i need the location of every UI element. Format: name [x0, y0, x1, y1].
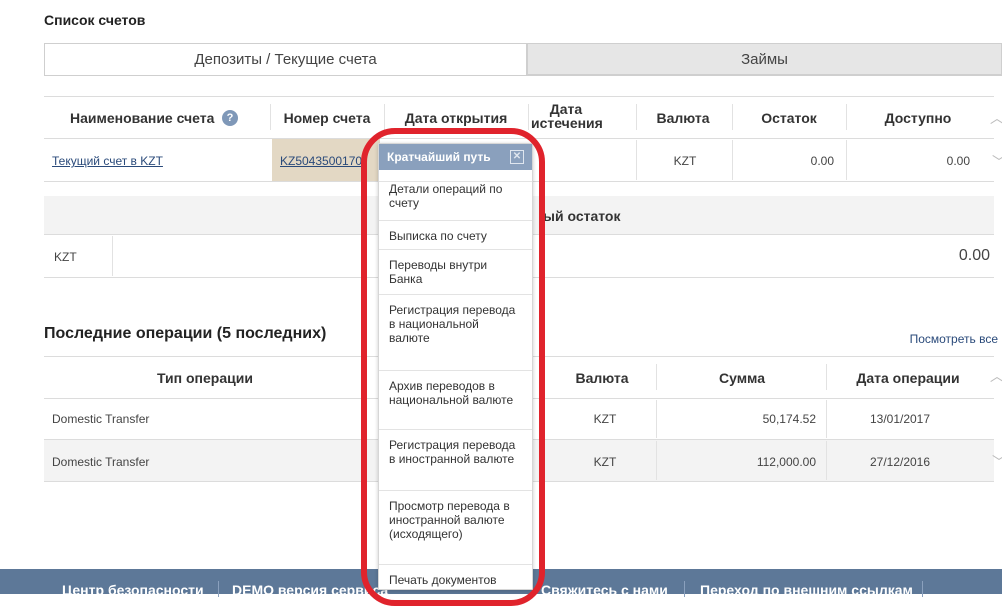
tab-divider [44, 75, 1002, 76]
totals-header: ый остаток [543, 208, 621, 224]
col-sep [656, 400, 657, 438]
tab-deposits[interactable]: Депозиты / Текущие счета [44, 43, 527, 75]
header-op-date: Дата операции [856, 370, 960, 386]
op-currency: KZT [593, 455, 617, 469]
col-sep [846, 140, 847, 180]
col-sep [846, 104, 847, 130]
header-op-currency: Валюта [575, 370, 629, 386]
scroll-down-icon[interactable]: ﹀ [992, 152, 1002, 172]
menu-item-register-national-transfer[interactable]: Регистрация перевода в национальной валю… [379, 294, 532, 345]
op-amount: 50,174.52 [762, 412, 816, 426]
op-amount: 112,000.00 [756, 455, 816, 469]
col-sep [732, 140, 733, 180]
footer-security-center[interactable]: Центр безопасности [62, 582, 204, 598]
header-operation-type: Тип операции [157, 370, 253, 386]
header-available: Доступно [884, 110, 952, 126]
menu-item-operation-details[interactable]: Детали операций по счету [379, 181, 532, 210]
col-sep [112, 236, 113, 276]
scroll-down-icon[interactable]: ﹀ [992, 452, 1002, 472]
menu-item-view-foreign-transfer[interactable]: Просмотр перевода в иностранной валюте (… [379, 490, 532, 541]
account-number-link[interactable]: KZ5043500170. [280, 154, 365, 168]
menu-item-internal-transfers[interactable]: Переводы внутри Банка [379, 249, 532, 286]
op-date: 13/01/2017 [869, 412, 931, 426]
footer-sep [684, 581, 685, 597]
account-name-link[interactable]: Текущий счет в KZT [52, 154, 163, 168]
header-currency: Валюта [656, 110, 710, 126]
header-account-name: Наименование счета [70, 110, 215, 126]
col-sep [636, 140, 637, 180]
col-sep [826, 441, 827, 480]
col-sep [528, 104, 529, 130]
op-date: 27/12/2016 [869, 455, 931, 469]
account-available: 0.00 [946, 154, 970, 168]
footer-contact[interactable]: Свяжитесь с нами [541, 582, 668, 598]
col-sep [656, 441, 657, 480]
account-currency: KZT [673, 154, 697, 168]
menu-item-national-transfer-archive[interactable]: Архив переводов в национальной валюте [379, 370, 532, 407]
shortcut-menu-header: Кратчайший путь ✕ [379, 144, 532, 170]
menu-item-register-foreign-transfer[interactable]: Регистрация перевода в иностранной валют… [379, 429, 532, 466]
account-balance: 0.00 [810, 154, 834, 168]
col-sep [636, 104, 637, 130]
footer-demo[interactable]: DEMO версия сервиса [232, 582, 388, 598]
table-top-border [44, 96, 994, 97]
scroll-up-icon[interactable]: ︿ [990, 108, 1002, 128]
col-sep [656, 364, 657, 390]
col-sep [826, 364, 827, 390]
row-border [44, 138, 994, 139]
view-all-link[interactable]: Посмотреть все [900, 332, 998, 346]
question-icon[interactable]: ? [222, 110, 238, 126]
header-op-amount: Сумма [718, 370, 766, 386]
col-sep [732, 104, 733, 130]
accounts-section-title: Список счетов [44, 12, 146, 28]
footer-sep [218, 581, 219, 597]
shortcut-menu-title: Кратчайший путь [387, 150, 491, 164]
shortcut-menu: Кратчайший путь ✕ Детали операций по сче… [378, 143, 533, 590]
totals-currency: KZT [54, 250, 77, 264]
op-currency: KZT [593, 412, 617, 426]
header-expiry-date: Дата истечения [531, 101, 603, 131]
col-sep [826, 400, 827, 438]
op-type: Domestic Transfer [52, 412, 150, 426]
footer-external-links[interactable]: Переход по внешним ссылкам [700, 582, 913, 598]
header-account-number: Номер счета [283, 110, 371, 126]
close-icon[interactable]: ✕ [510, 150, 524, 164]
header-balance: Остаток [761, 110, 817, 126]
tab-loans[interactable]: Займы [527, 43, 1002, 75]
scroll-up-icon[interactable]: ︿ [990, 366, 1002, 386]
menu-item-statement[interactable]: Выписка по счету [379, 220, 532, 243]
col-sep [270, 104, 271, 130]
col-sep [384, 104, 385, 130]
op-type: Domestic Transfer [52, 455, 150, 469]
totals-amount: 0.00 [958, 247, 990, 264]
menu-item-print-documents[interactable]: Печать документов [379, 564, 532, 589]
header-open-date: Дата открытия [404, 110, 508, 126]
footer-sep [922, 581, 923, 597]
recent-ops-title: Последние операции (5 последних) [44, 325, 327, 342]
